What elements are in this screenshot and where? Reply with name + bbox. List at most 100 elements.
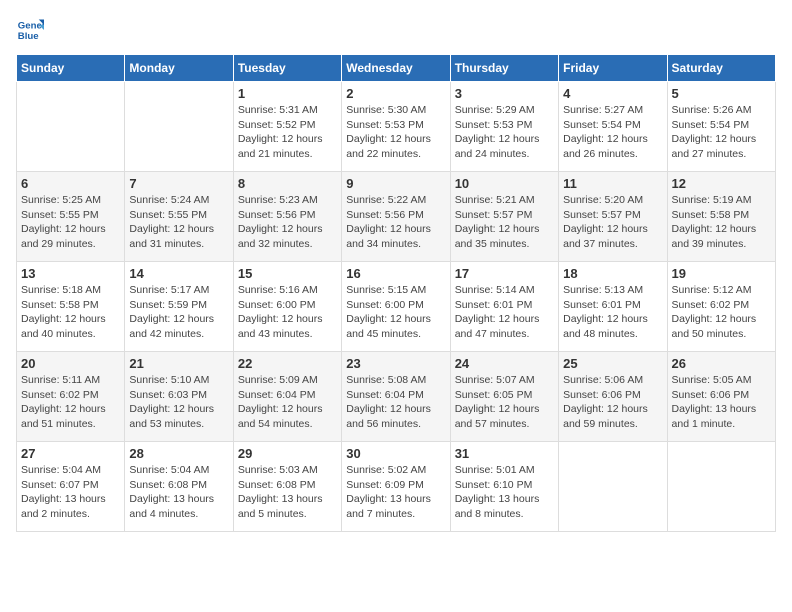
- day-number: 6: [21, 176, 120, 191]
- day-info: Sunrise: 5:08 AM Sunset: 6:04 PM Dayligh…: [346, 373, 445, 432]
- day-number: 11: [563, 176, 662, 191]
- day-number: 31: [455, 446, 554, 461]
- calendar-cell: 4 Sunrise: 5:27 AM Sunset: 5:54 PM Daylig…: [559, 82, 667, 172]
- day-info: Sunrise: 5:09 AM Sunset: 6:04 PM Dayligh…: [238, 373, 337, 432]
- calendar-cell: 12 Sunrise: 5:19 AM Sunset: 5:58 PM Dayli…: [667, 172, 775, 262]
- calendar-cell: 24Sunrise: 5:07 AM Sunset: 6:05 PM Dayli…: [450, 352, 558, 442]
- calendar-cell: 22 Sunrise: 5:09 AM Sunset: 6:04 PM Dayli…: [233, 352, 341, 442]
- day-info: Sunrise: 5:27 AM Sunset: 5:54 PM Dayligh…: [563, 103, 662, 162]
- day-number: 1: [238, 86, 337, 101]
- calendar-cell: 27 Sunrise: 5:04 AM Sunset: 6:07 PM Dayli…: [17, 442, 125, 532]
- day-info: Sunrise: 5:23 AM Sunset: 5:56 PM Dayligh…: [238, 193, 337, 252]
- calendar-week-row: 20Sunrise: 5:11 AM Sunset: 6:02 PM Dayli…: [17, 352, 776, 442]
- day-info: Sunrise: 5:20 AM Sunset: 5:57 PM Dayligh…: [563, 193, 662, 252]
- day-number: 14: [129, 266, 228, 281]
- day-number: 8: [238, 176, 337, 191]
- day-number: 24: [455, 356, 554, 371]
- day-number: 25: [563, 356, 662, 371]
- day-number: 4: [563, 86, 662, 101]
- day-info: Sunrise: 5:26 AM Sunset: 5:54 PM Dayligh…: [672, 103, 771, 162]
- day-info: Sunrise: 5:17 AM Sunset: 5:59 PM Dayligh…: [129, 283, 228, 342]
- day-number: 17: [455, 266, 554, 281]
- weekday-header-tuesday: Tuesday: [233, 55, 341, 82]
- day-number: 18: [563, 266, 662, 281]
- calendar-table: SundayMondayTuesdayWednesdayThursdayFrid…: [16, 54, 776, 532]
- day-info: Sunrise: 5:19 AM Sunset: 5:58 PM Dayligh…: [672, 193, 771, 252]
- day-number: 5: [672, 86, 771, 101]
- day-number: 22: [238, 356, 337, 371]
- day-info: Sunrise: 5:04 AM Sunset: 6:08 PM Dayligh…: [129, 463, 228, 522]
- calendar-cell: 15 Sunrise: 5:16 AM Sunset: 6:00 PM Dayli…: [233, 262, 341, 352]
- day-info: Sunrise: 5:16 AM Sunset: 6:00 PM Dayligh…: [238, 283, 337, 342]
- day-number: 30: [346, 446, 445, 461]
- day-number: 19: [672, 266, 771, 281]
- day-info: Sunrise: 5:05 AM Sunset: 6:06 PM Dayligh…: [672, 373, 771, 432]
- calendar-cell: 9Sunrise: 5:22 AM Sunset: 5:56 PM Daylig…: [342, 172, 450, 262]
- day-info: Sunrise: 5:29 AM Sunset: 5:53 PM Dayligh…: [455, 103, 554, 162]
- day-number: 23: [346, 356, 445, 371]
- calendar-cell: 25 Sunrise: 5:06 AM Sunset: 6:06 PM Dayli…: [559, 352, 667, 442]
- day-number: 7: [129, 176, 228, 191]
- day-info: Sunrise: 5:11 AM Sunset: 6:02 PM Dayligh…: [21, 373, 120, 432]
- day-info: Sunrise: 5:06 AM Sunset: 6:06 PM Dayligh…: [563, 373, 662, 432]
- logo: General Blue: [16, 16, 48, 44]
- calendar-cell: 20Sunrise: 5:11 AM Sunset: 6:02 PM Dayli…: [17, 352, 125, 442]
- day-number: 2: [346, 86, 445, 101]
- day-info: Sunrise: 5:21 AM Sunset: 5:57 PM Dayligh…: [455, 193, 554, 252]
- calendar-cell: [559, 442, 667, 532]
- day-number: 16: [346, 266, 445, 281]
- day-number: 10: [455, 176, 554, 191]
- day-number: 15: [238, 266, 337, 281]
- day-info: Sunrise: 5:12 AM Sunset: 6:02 PM Dayligh…: [672, 283, 771, 342]
- calendar-cell: 13Sunrise: 5:18 AM Sunset: 5:58 PM Dayli…: [17, 262, 125, 352]
- calendar-week-row: 13Sunrise: 5:18 AM Sunset: 5:58 PM Dayli…: [17, 262, 776, 352]
- calendar-cell: 2 Sunrise: 5:30 AM Sunset: 5:53 PM Daylig…: [342, 82, 450, 172]
- calendar-cell: [667, 442, 775, 532]
- day-info: Sunrise: 5:15 AM Sunset: 6:00 PM Dayligh…: [346, 283, 445, 342]
- day-number: 29: [238, 446, 337, 461]
- day-info: Sunrise: 5:14 AM Sunset: 6:01 PM Dayligh…: [455, 283, 554, 342]
- calendar-week-row: 1 Sunrise: 5:31 AM Sunset: 5:52 PM Daylig…: [17, 82, 776, 172]
- day-number: 21: [129, 356, 228, 371]
- calendar-cell: 30 Sunrise: 5:02 AM Sunset: 6:09 PM Dayli…: [342, 442, 450, 532]
- svg-text:Blue: Blue: [18, 31, 39, 42]
- day-number: 28: [129, 446, 228, 461]
- day-info: Sunrise: 5:02 AM Sunset: 6:09 PM Dayligh…: [346, 463, 445, 522]
- calendar-cell: 17 Sunrise: 5:14 AM Sunset: 6:01 PM Dayli…: [450, 262, 558, 352]
- day-number: 13: [21, 266, 120, 281]
- calendar-cell: 23 Sunrise: 5:08 AM Sunset: 6:04 PM Dayli…: [342, 352, 450, 442]
- calendar-cell: [17, 82, 125, 172]
- calendar-cell: 5 Sunrise: 5:26 AM Sunset: 5:54 PM Daylig…: [667, 82, 775, 172]
- calendar-cell: 8 Sunrise: 5:23 AM Sunset: 5:56 PM Daylig…: [233, 172, 341, 262]
- calendar-cell: 26 Sunrise: 5:05 AM Sunset: 6:06 PM Dayli…: [667, 352, 775, 442]
- calendar-cell: 31 Sunrise: 5:01 AM Sunset: 6:10 PM Dayli…: [450, 442, 558, 532]
- weekday-header-sunday: Sunday: [17, 55, 125, 82]
- calendar-cell: 28 Sunrise: 5:04 AM Sunset: 6:08 PM Dayli…: [125, 442, 233, 532]
- weekday-header-monday: Monday: [125, 55, 233, 82]
- calendar-cell: 14 Sunrise: 5:17 AM Sunset: 5:59 PM Dayli…: [125, 262, 233, 352]
- day-number: 27: [21, 446, 120, 461]
- calendar-cell: 21Sunrise: 5:10 AM Sunset: 6:03 PM Dayli…: [125, 352, 233, 442]
- weekday-header-thursday: Thursday: [450, 55, 558, 82]
- calendar-week-row: 6 Sunrise: 5:25 AM Sunset: 5:55 PM Daylig…: [17, 172, 776, 262]
- day-info: Sunrise: 5:13 AM Sunset: 6:01 PM Dayligh…: [563, 283, 662, 342]
- day-info: Sunrise: 5:03 AM Sunset: 6:08 PM Dayligh…: [238, 463, 337, 522]
- calendar-cell: 19 Sunrise: 5:12 AM Sunset: 6:02 PM Dayli…: [667, 262, 775, 352]
- calendar-cell: 29 Sunrise: 5:03 AM Sunset: 6:08 PM Dayli…: [233, 442, 341, 532]
- day-number: 26: [672, 356, 771, 371]
- day-number: 12: [672, 176, 771, 191]
- calendar-header-row: SundayMondayTuesdayWednesdayThursdayFrid…: [17, 55, 776, 82]
- calendar-cell: 7Sunrise: 5:24 AM Sunset: 5:55 PM Daylig…: [125, 172, 233, 262]
- calendar-cell: 3 Sunrise: 5:29 AM Sunset: 5:53 PM Daylig…: [450, 82, 558, 172]
- day-number: 3: [455, 86, 554, 101]
- day-info: Sunrise: 5:01 AM Sunset: 6:10 PM Dayligh…: [455, 463, 554, 522]
- day-info: Sunrise: 5:25 AM Sunset: 5:55 PM Dayligh…: [21, 193, 120, 252]
- calendar-cell: 18 Sunrise: 5:13 AM Sunset: 6:01 PM Dayli…: [559, 262, 667, 352]
- day-info: Sunrise: 5:31 AM Sunset: 5:52 PM Dayligh…: [238, 103, 337, 162]
- logo-icon: General Blue: [16, 16, 44, 44]
- weekday-header-saturday: Saturday: [667, 55, 775, 82]
- calendar-week-row: 27 Sunrise: 5:04 AM Sunset: 6:07 PM Dayli…: [17, 442, 776, 532]
- weekday-header-wednesday: Wednesday: [342, 55, 450, 82]
- day-info: Sunrise: 5:30 AM Sunset: 5:53 PM Dayligh…: [346, 103, 445, 162]
- day-info: Sunrise: 5:04 AM Sunset: 6:07 PM Dayligh…: [21, 463, 120, 522]
